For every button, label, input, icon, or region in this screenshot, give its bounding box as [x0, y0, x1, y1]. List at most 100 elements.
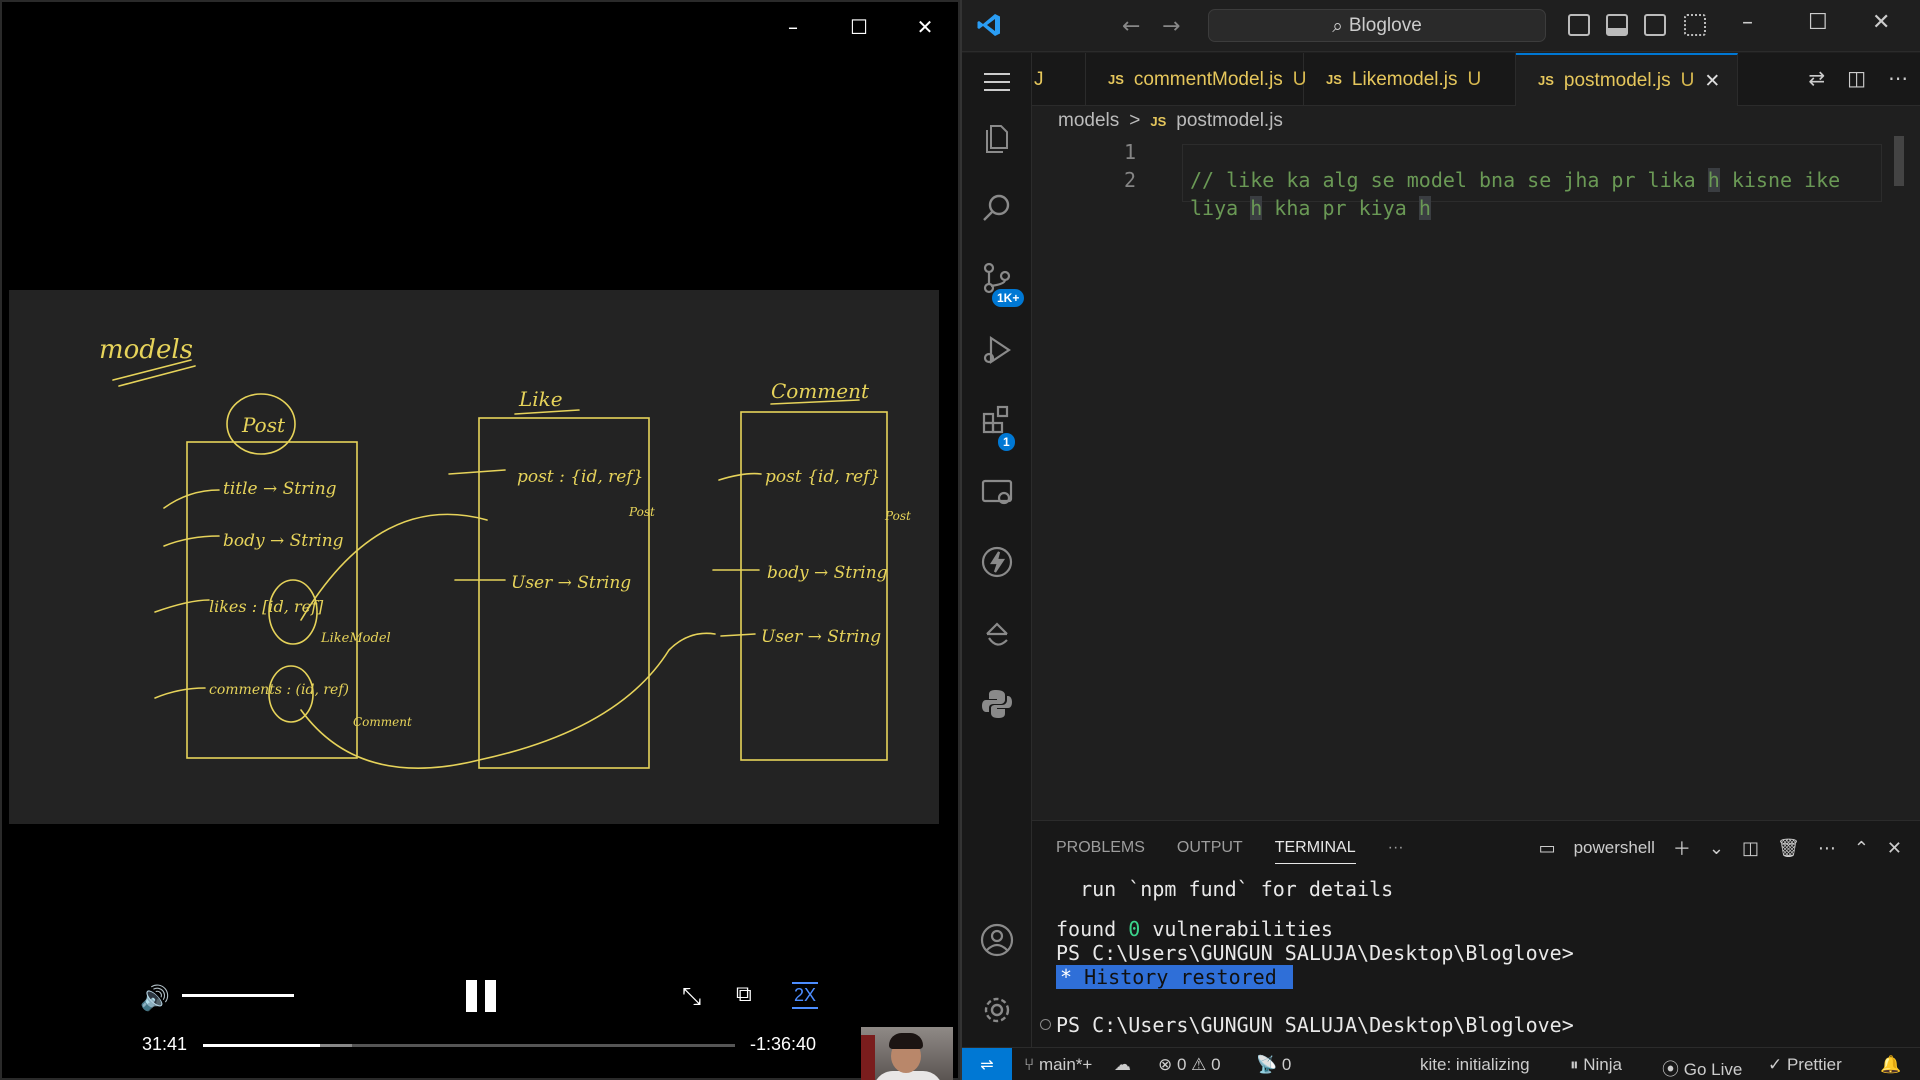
- split-terminal-icon[interactable]: ◫: [1742, 838, 1759, 859]
- forward-arrow-icon[interactable]: →: [1162, 14, 1180, 39]
- maximize-button[interactable]: ☐: [826, 10, 892, 44]
- tab-postmodel[interactable]: JS postmodel.js U ✕: [1516, 53, 1738, 106]
- video-player-window: – ☐ ✕ models Post title → String body → …: [0, 0, 960, 1080]
- toggle-sidebar-icon[interactable]: [1568, 14, 1590, 36]
- toggle-secondary-sidebar-icon[interactable]: [1644, 14, 1666, 36]
- accounts-icon[interactable]: [976, 919, 1018, 961]
- git-branch[interactable]: ⑂ main*+: [1024, 1055, 1092, 1075]
- svg-text:comments : (id, ref): comments : (id, ref): [209, 682, 349, 698]
- remote-indicator-icon[interactable]: ⇌: [962, 1048, 1012, 1080]
- menu-icon[interactable]: [984, 73, 1010, 97]
- new-terminal-icon[interactable]: ＋: [1673, 835, 1691, 861]
- compare-changes-icon[interactable]: ⇄: [1808, 66, 1825, 90]
- bottom-panel: PROBLEMS OUTPUT TERMINAL ··· ▭ powershel…: [1032, 820, 1920, 1047]
- breadcrumb-folder[interactable]: models: [1058, 110, 1119, 132]
- ports-status[interactable]: 📡 0: [1256, 1055, 1291, 1075]
- tab-hidden-file[interactable]: J: [1032, 53, 1086, 106]
- breadcrumb-file[interactable]: postmodel.js: [1176, 110, 1283, 132]
- exit-fullscreen-icon[interactable]: ⤡: [682, 982, 701, 1010]
- run-debug-icon[interactable]: [976, 329, 1018, 371]
- ninja-status[interactable]: ⏸ Ninja: [1570, 1055, 1622, 1075]
- terminal-dropdown-icon[interactable]: ⌄: [1709, 838, 1724, 859]
- terminal-line: found 0 vulnerabilities: [1056, 917, 1333, 941]
- remaining-time: -1:36:40: [750, 1034, 817, 1054]
- terminal-prompt: PS C:\Users\GUNGUN SALUJA\Desktop\Bloglo…: [1056, 1013, 1574, 1037]
- whiteboard-heading: models: [99, 335, 193, 365]
- playback-speed-button[interactable]: 2X: [792, 982, 819, 1009]
- panel-more-icon[interactable]: ···: [1388, 839, 1404, 864]
- customize-layout-icon[interactable]: [1684, 14, 1706, 36]
- back-arrow-icon[interactable]: ←: [1122, 14, 1140, 39]
- miniplayer-icon[interactable]: ⧉: [736, 982, 752, 1007]
- python-icon[interactable]: [976, 683, 1018, 725]
- line-number: 1: [1123, 140, 1136, 164]
- terminal-shell-name[interactable]: powershell: [1574, 838, 1655, 858]
- volume-slider[interactable]: [182, 994, 294, 997]
- tab-likemodel[interactable]: JS Likemodel.js U: [1304, 53, 1516, 106]
- js-file-icon: JS: [1326, 72, 1342, 87]
- svg-text:body → String: body → String: [767, 563, 888, 583]
- close-button[interactable]: ✕: [892, 10, 958, 44]
- code-line-2-wrap: liya h kha pr kiya h: [1190, 196, 1431, 220]
- window-close-button[interactable]: ✕: [1872, 10, 1890, 35]
- split-editor-icon[interactable]: ◫: [1847, 66, 1866, 90]
- explorer-icon[interactable]: [976, 117, 1018, 159]
- svg-text:Post: Post: [628, 505, 655, 519]
- remote-explorer-icon[interactable]: [976, 471, 1018, 513]
- tab-untracked-badge: U: [1680, 69, 1695, 91]
- player-controls: 🔊 ⤡ ⧉ 2X 31:41 -1:36:40: [2, 962, 962, 1072]
- tab-terminal[interactable]: TERMINAL: [1274, 839, 1356, 864]
- pause-bar-left: [466, 980, 477, 1012]
- svg-text:post {id, ref}: post {id, ref}: [765, 467, 880, 487]
- line-number: 2: [1123, 168, 1136, 192]
- editor-scrollbar[interactable]: [1894, 136, 1904, 186]
- branch-icon: ⑂: [1024, 1055, 1039, 1074]
- command-decoration-icon[interactable]: [1040, 1019, 1051, 1030]
- volume-icon[interactable]: 🔊: [140, 984, 170, 1012]
- prettier-status[interactable]: ✓ Prettier: [1768, 1055, 1842, 1075]
- more-actions-icon[interactable]: ⋯: [1888, 66, 1908, 90]
- tab-problems[interactable]: PROBLEMS: [1056, 839, 1145, 864]
- tab-label: Likemodel.js: [1351, 68, 1458, 90]
- panel-tabs: PROBLEMS OUTPUT TERMINAL ···: [1056, 839, 1404, 864]
- search-view-icon[interactable]: [976, 187, 1018, 229]
- panel-more-actions-icon[interactable]: ⋯: [1818, 838, 1836, 859]
- thunder-client-icon[interactable]: [976, 541, 1018, 583]
- workspace-name: Bloglove: [1348, 14, 1422, 36]
- kite-status[interactable]: kite: initializing: [1420, 1055, 1530, 1075]
- close-panel-icon[interactable]: ✕: [1887, 838, 1902, 859]
- live-share-icon[interactable]: [976, 613, 1018, 655]
- current-time: 31:41: [142, 1034, 188, 1054]
- svg-text:title → String: title → String: [223, 479, 337, 499]
- maximize-panel-icon[interactable]: ⌃: [1854, 838, 1869, 859]
- terminal-shell-icon: ▭: [1538, 837, 1556, 859]
- notifications-bell-icon[interactable]: 🔔: [1880, 1055, 1901, 1075]
- svg-text:User → String: User → String: [761, 627, 881, 647]
- kill-terminal-icon[interactable]: 🗑: [1777, 838, 1800, 859]
- code-editor[interactable]: 1 2 // like ka alg se model bna se jha p…: [1032, 136, 1920, 816]
- svg-text:post : {id, ref}: post : {id, ref}: [517, 467, 643, 487]
- pause-button[interactable]: [466, 980, 498, 1012]
- toggle-panel-icon[interactable]: [1606, 14, 1628, 36]
- window-minimize-button[interactable]: –: [1742, 10, 1753, 35]
- tab-output[interactable]: OUTPUT: [1177, 839, 1243, 864]
- go-live-button[interactable]: ⦿ Go Live: [1662, 1055, 1742, 1080]
- problems-status[interactable]: ⊗ 0 ⚠ 0: [1158, 1055, 1221, 1075]
- tab-commentmodel[interactable]: JS commentModel.js U: [1086, 53, 1307, 106]
- editor-tabs: J JS commentModel.js U JS Likemodel.js U…: [1032, 53, 1920, 106]
- seek-bar[interactable]: [203, 1044, 735, 1047]
- extensions-badge: 1: [998, 433, 1015, 451]
- minimize-button[interactable]: –: [760, 10, 826, 44]
- sync-icon[interactable]: ☁: [1114, 1055, 1131, 1075]
- settings-gear-icon[interactable]: [976, 989, 1018, 1031]
- window-maximize-button[interactable]: ☐: [1808, 10, 1828, 35]
- vscode-logo-icon: [977, 14, 1000, 36]
- seek-progress: [203, 1044, 321, 1047]
- js-file-icon: JS: [1108, 72, 1124, 87]
- tab-close-icon[interactable]: ✕: [1704, 70, 1720, 92]
- command-center-search[interactable]: ⌕ Bloglove: [1208, 9, 1546, 42]
- vscode-window: ← → ⌕ Bloglove – ☐ ✕ 1K+ 1 J JS commentM…: [960, 0, 1920, 1080]
- code-line-2: // like ka alg se model bna se jha pr li…: [1190, 168, 1841, 192]
- terminal-output[interactable]: run `npm fund` for details found 0 vulne…: [1032, 877, 1574, 1069]
- svg-text:User → String: User → String: [511, 573, 631, 593]
